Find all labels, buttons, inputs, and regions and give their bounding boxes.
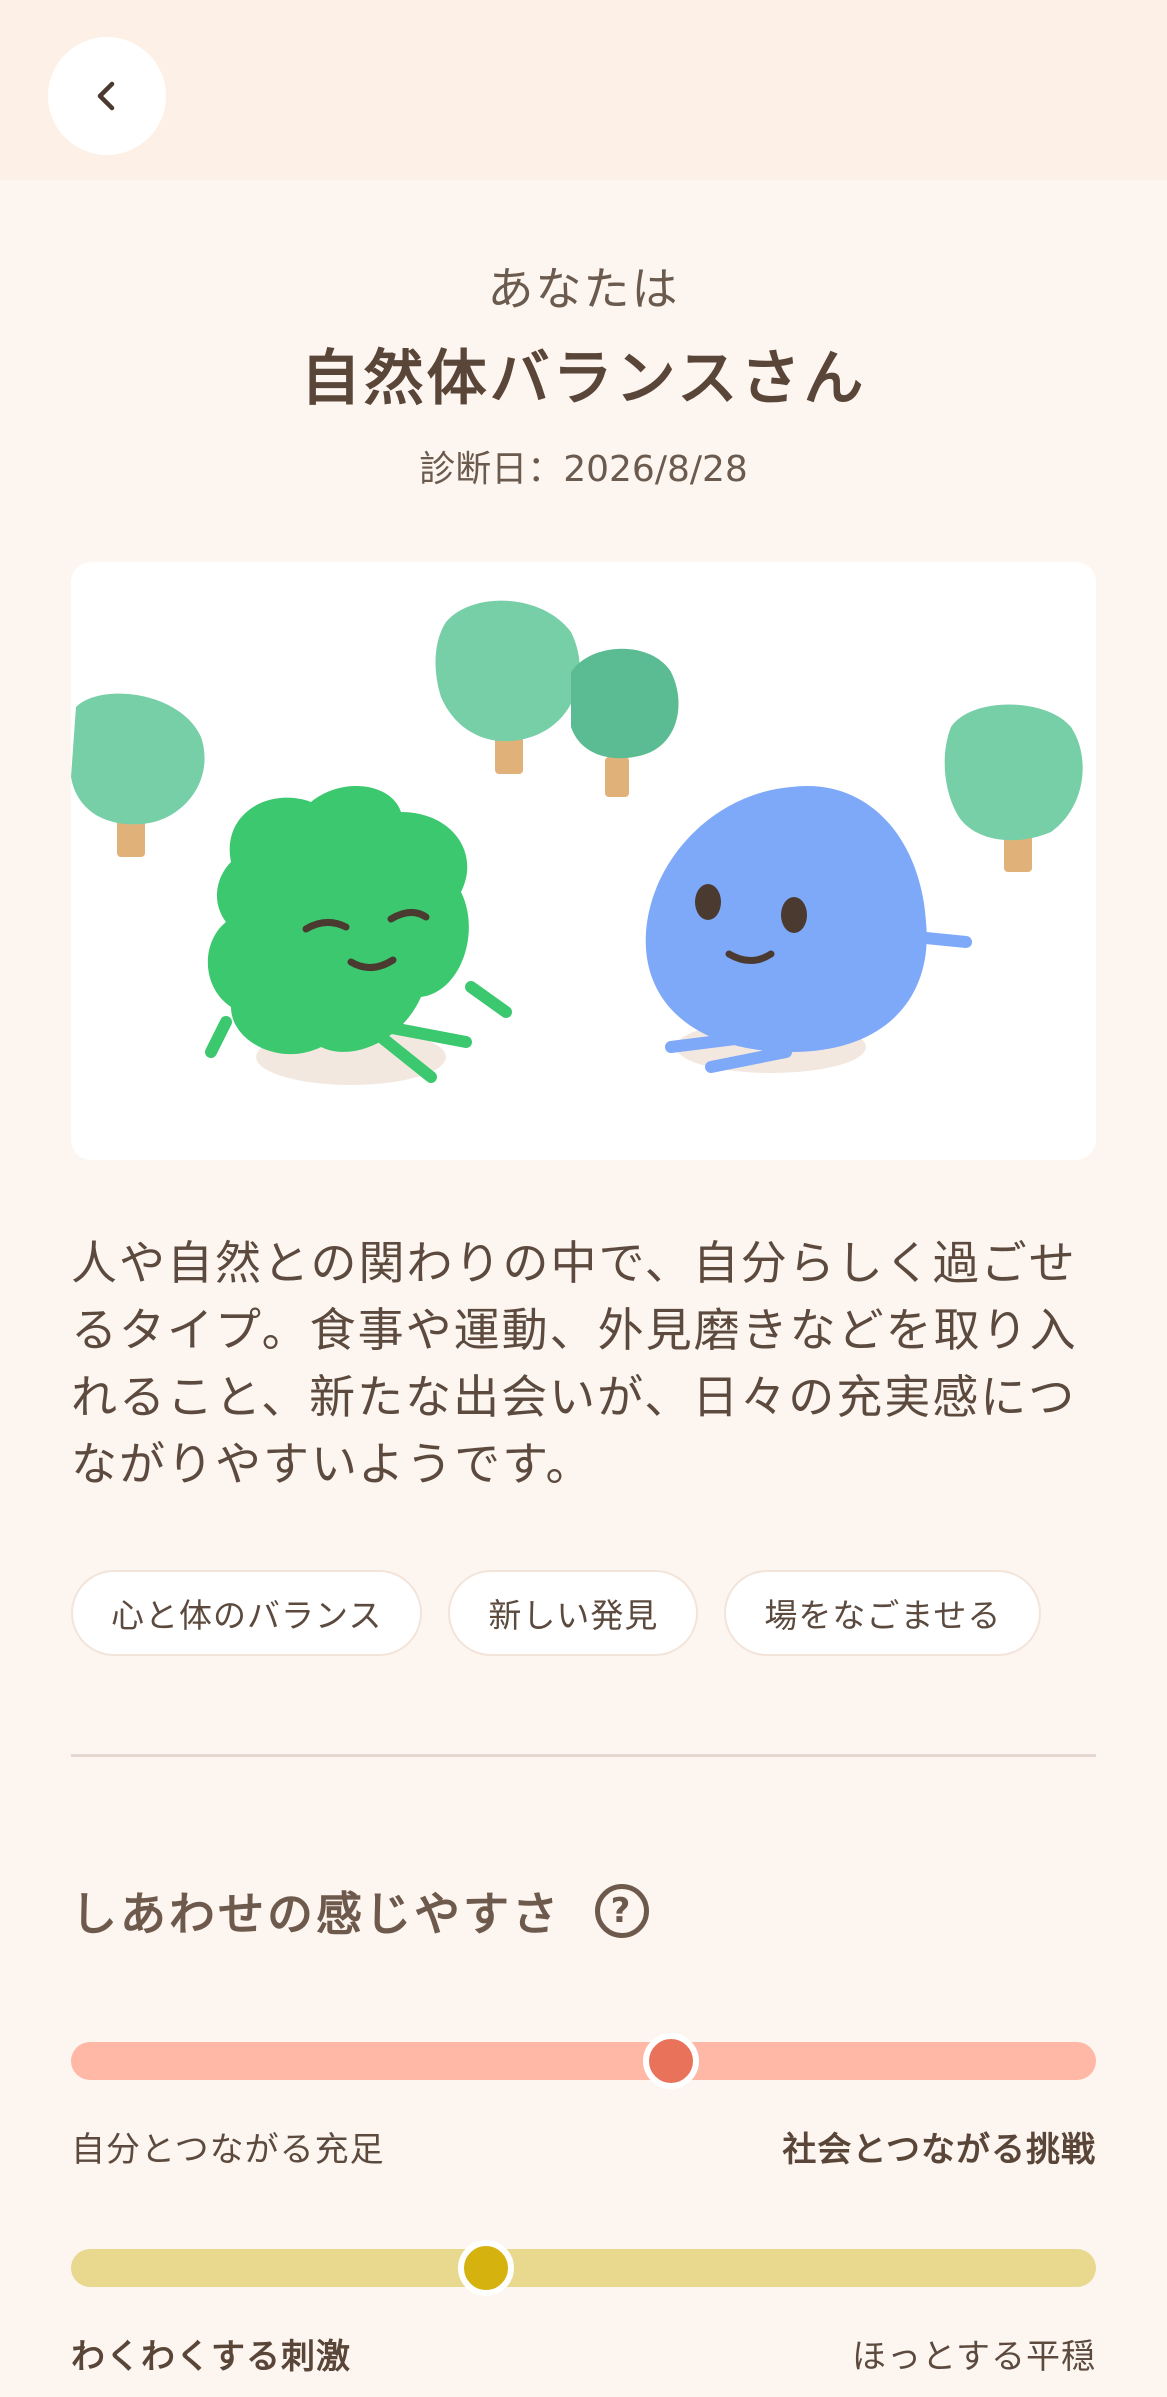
tree-icon (944, 704, 1083, 872)
back-button[interactable] (48, 37, 166, 155)
blue-character (645, 785, 972, 1073)
slider-knob (642, 2033, 699, 2089)
tag-chip: 場をなごませる (724, 1570, 1042, 1656)
slider-knob (458, 2240, 515, 2296)
slider-2-left-label: わくわくする刺激 (71, 2337, 351, 2377)
tree-icon (435, 600, 580, 774)
section-divider (71, 1754, 1096, 1757)
tree-icon (71, 693, 205, 857)
happiness-slider-1 (71, 2033, 1096, 2089)
happiness-title-label: しあわせの感じやすさ (71, 1887, 561, 1941)
green-character (205, 785, 512, 1083)
tag-list: 心と体のバランス 新しい発見 場をなごませる (71, 1570, 1042, 1656)
slider-2-right-label: ほっとする平穏 (852, 2337, 1096, 2377)
tag-chip: 心と体のバランス (71, 1570, 423, 1656)
result-description: 人や自然との関わりの中で、自分らしく過ごせるタイプ。食事や運動、外見磨きなどを取… (71, 1236, 1078, 1491)
slider-1-left-label: 自分とつながる充足 (71, 2130, 385, 2170)
happiness-section-title: しあわせの感じやすさ ? (71, 1878, 649, 1944)
slider-1-right-label: 社会とつながる挑戦 (782, 2130, 1096, 2170)
tag-chip: 新しい発見 (448, 1570, 699, 1656)
two-characters-in-forest-illustration (71, 600, 1083, 1085)
top-bar (0, 0, 1167, 180)
result-illustration (71, 562, 1096, 1160)
question-circle-icon[interactable]: ? (595, 1884, 649, 1938)
chevron-left-icon (97, 81, 115, 111)
tree-icon (571, 648, 679, 797)
diagnosis-date: 診断日：2026/8/28 (419, 449, 748, 490)
result-title: 自然体バランスさん (300, 344, 867, 414)
result-subtitle: あなたは (487, 262, 680, 316)
happiness-slider-2 (71, 2240, 1096, 2296)
